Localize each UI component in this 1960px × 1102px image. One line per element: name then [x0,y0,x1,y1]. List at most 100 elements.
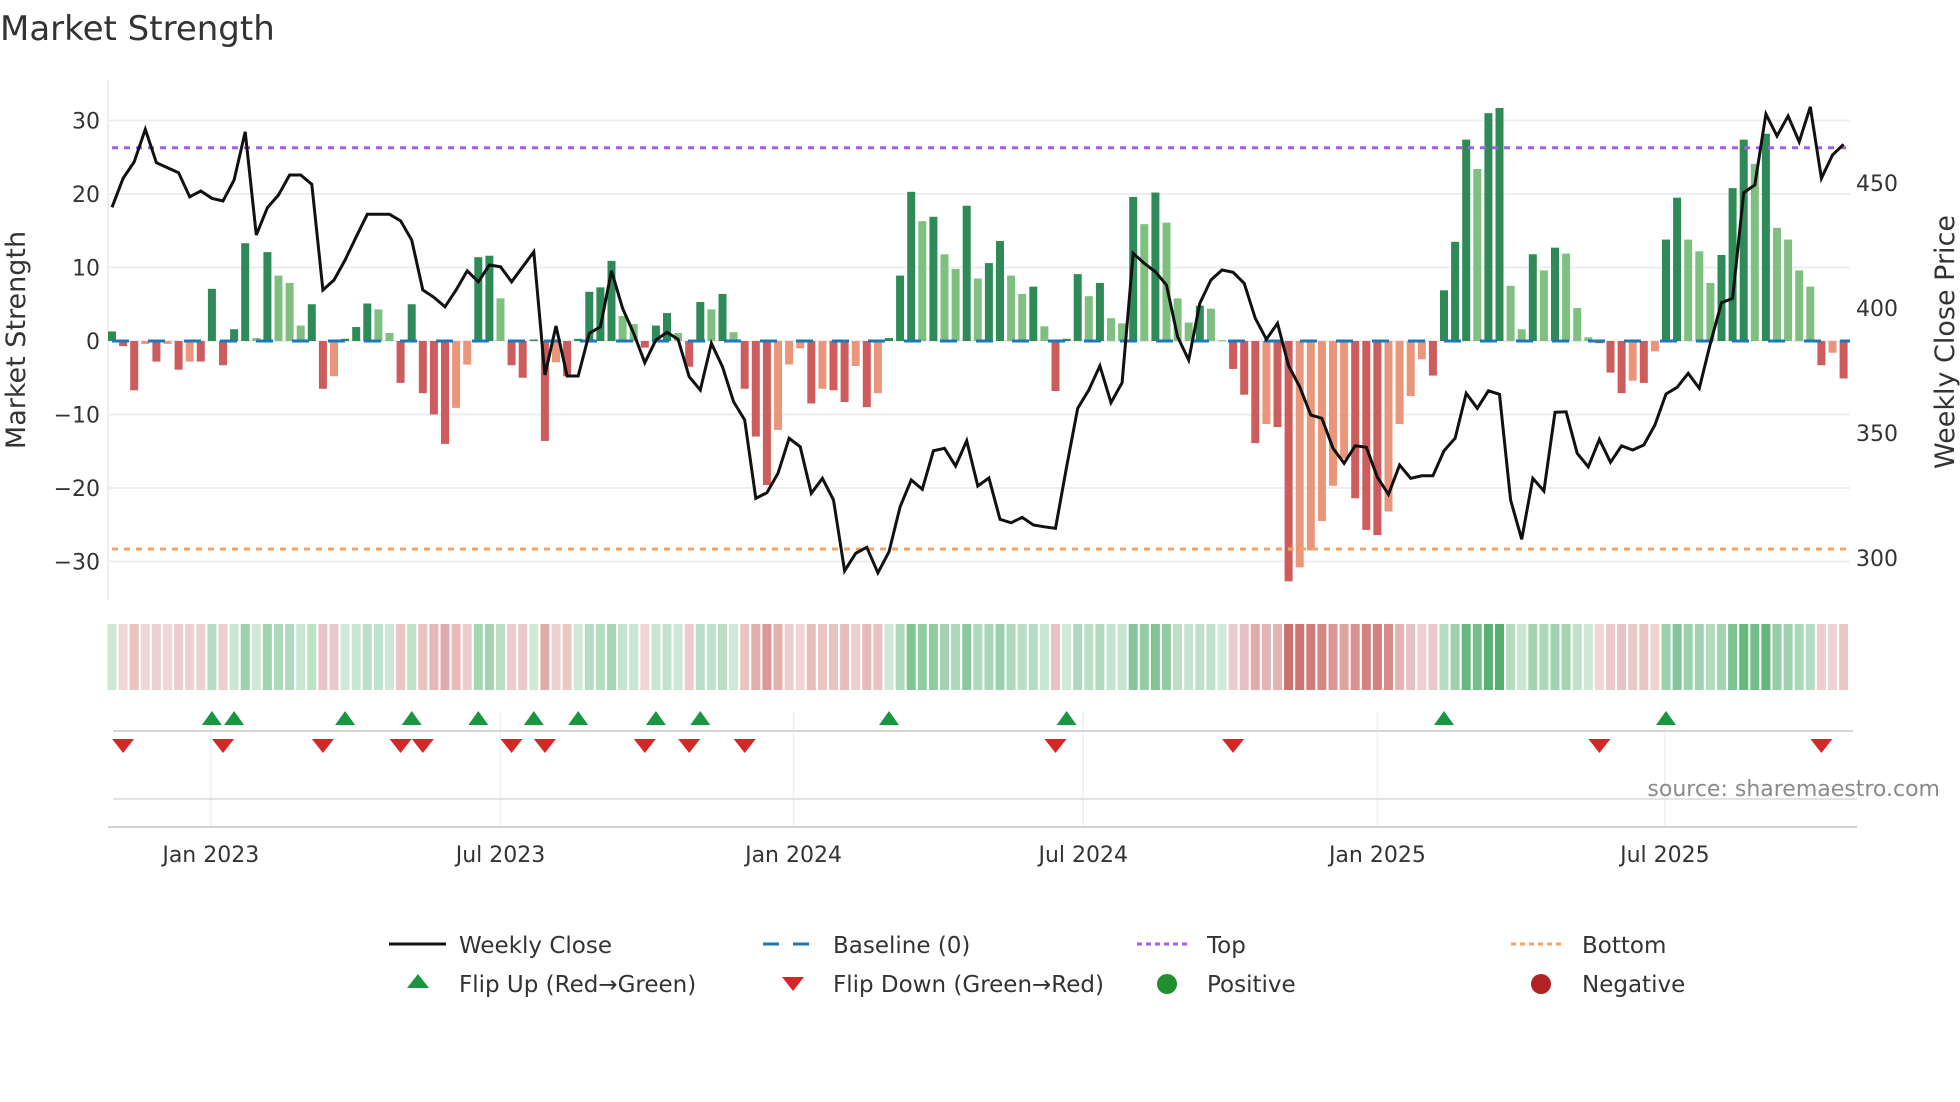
strength-bar [207,288,216,341]
strength-bar [296,325,305,341]
heatmap-cell [651,624,661,690]
strength-bar [230,329,239,341]
heatmap-cell [851,624,861,690]
heatmap-cell [1306,624,1316,690]
x-tick-label: Jan 2023 [160,843,259,868]
strength-bar [1717,255,1726,341]
strength-bar [718,293,727,341]
heatmap-cell [340,624,350,690]
heatmap-cell [840,624,850,690]
strength-bar [1262,341,1271,425]
strength-bar [918,221,927,341]
legend-label: Flip Down (Green→Red) [833,972,1104,998]
heatmap-cell [1162,624,1171,690]
flip-up-marker [690,711,711,725]
strength-bar [196,341,205,362]
heatmap-cell [540,624,550,690]
strength-bar [352,327,361,341]
heatmap-cell [296,624,306,690]
heatmap-cell [185,624,195,690]
strength-bar [1151,192,1160,341]
strength-bar [907,191,916,341]
heatmap-cell [229,624,239,690]
heatmap-cell [218,624,228,690]
heatmap-cell [662,624,672,690]
strength-bar [1839,341,1848,379]
heatmap-cell [1284,624,1294,690]
legend-label: Negative [1582,972,1685,998]
strength-bar [1617,341,1626,394]
y-axis-title: Market Strength [1,231,32,449]
strength-bar [1373,341,1382,536]
y2-tick-label: 350 [1856,422,1898,447]
heatmap-cell [1095,624,1105,690]
heatmap-cell [484,624,494,690]
heatmap-cell [695,624,705,690]
flip-up-marker [568,711,589,725]
y2-tick-label: 450 [1856,172,1898,197]
strength-bar [1773,227,1781,341]
legend-item-bottom: Bottom [1511,933,1666,959]
strength-bar [1362,341,1371,530]
heatmap-cell [207,624,217,690]
heatmap-cell [362,624,372,690]
strength-bar [774,341,782,430]
heatmap-cell [862,624,872,690]
heatmap-cell [1428,624,1438,690]
flip-up-marker [1056,711,1077,725]
heatmap-cell [285,624,295,690]
heatmap-cell [451,624,461,690]
heatmap-cell [784,624,794,690]
strength-bar [929,216,938,341]
strength-bar [1739,139,1748,341]
x-tick-label: Jul 2023 [454,843,546,868]
heatmap-cell [407,624,417,690]
heatmap-cell [107,624,117,690]
heatmap-cell [829,624,838,690]
flip-down-marker [678,739,701,753]
strength-bar [996,241,1004,341]
strength-heatmap-strip [107,624,1849,690]
strength-bar [1395,341,1404,425]
strength-bar [1684,239,1693,341]
heatmap-cell [973,624,983,690]
strength-bar [1351,341,1360,499]
heatmap-cell [1750,624,1760,690]
heatmap-cell [1228,624,1238,690]
heatmap-cell [518,624,528,690]
strength-bar [1007,275,1016,341]
strength-bar [1451,241,1460,341]
strength-bar [663,313,671,341]
heatmap-cell [1006,624,1016,690]
strength-bar [1639,341,1648,383]
heatmap-cell [1062,624,1072,690]
flip-down-marker [1222,739,1245,753]
heatmap-cell [240,624,250,690]
y-tick-label: 0 [86,330,100,355]
heatmap-cell [1106,624,1116,690]
heatmap-cell [573,624,583,690]
circle-icon [1531,974,1551,994]
flip-down-marker [389,739,412,753]
strength-bar [219,341,227,366]
heatmap-cell [1783,624,1793,690]
heatmap-cell [1606,624,1615,690]
strength-bar [885,338,893,341]
heatmap-cell [1039,624,1049,690]
heatmap-cell [1661,624,1671,690]
strength-bar [1473,169,1482,341]
heatmap-cell [129,624,139,690]
heatmap-cell [1839,624,1849,690]
heatmap-cell [429,624,439,690]
y-tick-label: −20 [54,477,100,502]
heatmap-cell [906,624,916,690]
heatmap-cell [640,624,650,690]
heatmap-cell [951,624,961,690]
flip-markers [108,711,1857,828]
heatmap-cell [1384,624,1393,690]
strength-bar [973,278,982,341]
heatmap-cell [1728,624,1738,690]
strength-bar [474,257,483,341]
strength-bar [529,339,538,341]
strength-bar [1273,341,1282,427]
